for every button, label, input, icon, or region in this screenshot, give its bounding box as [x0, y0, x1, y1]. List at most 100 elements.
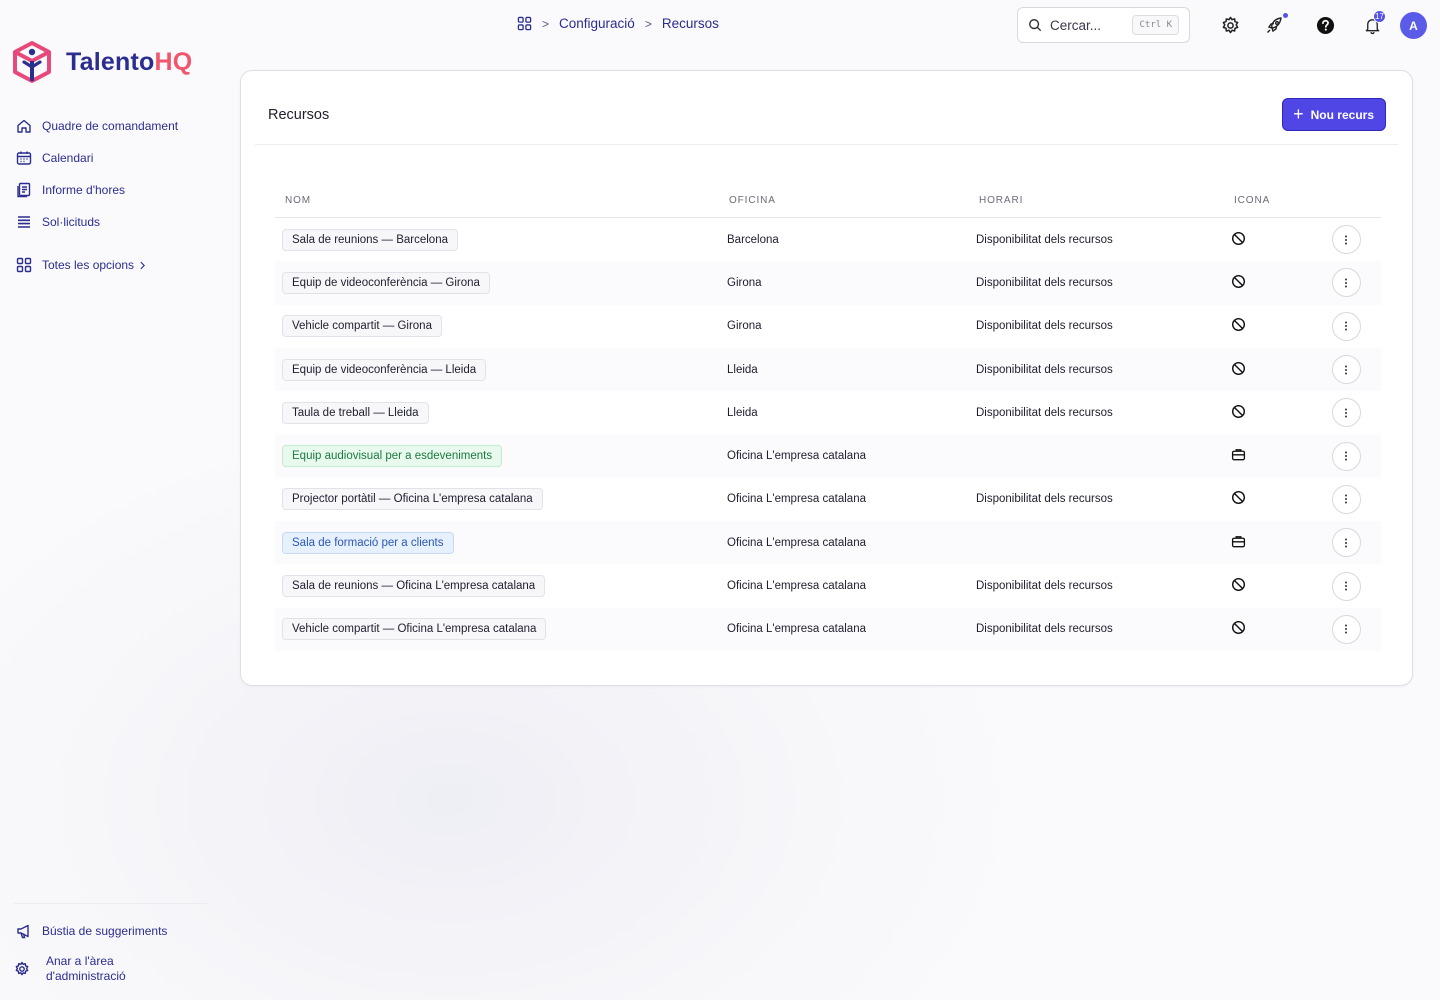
schedule-cell: Disponibilitat dels recursos	[976, 320, 1113, 333]
suggestions-link[interactable]: Bústia de suggeriments	[14, 917, 208, 945]
sidebar-item-label: Sol·licituds	[42, 215, 101, 229]
table-row[interactable]: Equip de videoconferència — Lleida Lleid…	[275, 347, 1381, 392]
ban-icon	[1231, 274, 1246, 288]
breadcrumb-settings[interactable]: Configuració	[559, 16, 635, 31]
more-vertical-icon	[1345, 368, 1347, 371]
launch-button[interactable]	[1263, 13, 1288, 37]
office-cell: Girona	[727, 320, 762, 333]
column-header-schedule[interactable]: HORARI	[976, 195, 1229, 206]
resource-name-tag[interactable]: Equip de videoconferència — Girona	[282, 271, 490, 294]
table-row[interactable]: Sala de reunions — Barcelona Barcelona D…	[275, 218, 1381, 261]
table-row[interactable]: Sala de formació per a clients Oficina L…	[275, 521, 1381, 565]
resource-name-cell: Equip audiovisual per a esdeveniments	[275, 445, 727, 468]
table-row[interactable]: Sala de reunions — Oficina L'empresa cat…	[275, 564, 1381, 607]
icon-cell	[1229, 361, 1311, 379]
more-vertical-icon	[1345, 281, 1347, 284]
help-icon	[1316, 16, 1334, 34]
row-actions-button[interactable]	[1331, 441, 1361, 471]
row-actions-button[interactable]	[1331, 311, 1361, 341]
briefcase-icon	[1231, 449, 1246, 461]
more-vertical-icon	[1345, 455, 1347, 458]
notifications-button[interactable]: 17	[1360, 10, 1386, 37]
row-actions-button[interactable]	[1331, 571, 1361, 601]
ban-icon	[1231, 578, 1246, 592]
logo-cube-icon	[13, 41, 51, 83]
new-resource-button[interactable]: + Nou recurs	[1282, 98, 1386, 131]
resource-name-tag[interactable]: Equip audiovisual per a esdeveniments	[282, 445, 503, 468]
sidebar-item-dashboard[interactable]: Quadre de comandament	[16, 110, 216, 142]
grid-icon	[16, 257, 32, 273]
sidebar-item-label: Calendari	[42, 151, 94, 165]
sidebar-item-requests[interactable]: Sol·licituds	[16, 206, 216, 238]
row-actions-button[interactable]	[1331, 268, 1361, 298]
table-row[interactable]: Taula de treball — Lleida Lleida Disponi…	[275, 391, 1381, 434]
resources-card: Recursos + Nou recurs NOM OFICINA HORARI…	[240, 70, 1413, 686]
more-vertical-icon	[1345, 541, 1347, 544]
table-row[interactable]: Vehicle compartit — Oficina L'empresa ca…	[275, 607, 1381, 651]
sidebar-nav: Quadre de comandament Calendari Informe …	[16, 110, 216, 281]
chevron-right-icon: >	[644, 16, 652, 31]
resource-name-cell: Equip de videoconferència — Girona	[275, 271, 727, 294]
resources-table: NOM OFICINA HORARI ICONA Sala de reunion…	[275, 184, 1381, 651]
office-cell: Oficina L'empresa catalana	[727, 580, 866, 593]
table-row[interactable]: Equip audiovisual per a esdeveniments Of…	[275, 434, 1381, 478]
sidebar-item-label: Totes les opcions	[42, 258, 135, 272]
resource-name-tag[interactable]: Sala de reunions — Barcelona	[282, 228, 458, 251]
sidebar-item-all-options[interactable]: Totes les opcions	[16, 249, 216, 281]
column-header-name[interactable]: NOM	[275, 195, 727, 206]
sidebar-item-hours-report[interactable]: Informe d'hores	[16, 174, 216, 206]
column-header-icon[interactable]: ICONA	[1229, 195, 1311, 206]
row-actions-button[interactable]	[1331, 528, 1361, 558]
resource-name-tag[interactable]: Vehicle compartit — Girona	[282, 315, 442, 338]
row-actions-button[interactable]	[1331, 484, 1361, 514]
resource-name-tag[interactable]: Sala de formació per a clients	[282, 531, 454, 554]
more-vertical-icon	[1345, 628, 1347, 631]
chevron-right-icon	[140, 261, 146, 269]
report-icon	[17, 182, 31, 198]
sidebar-item-calendar[interactable]: Calendari	[16, 142, 216, 174]
row-actions-button[interactable]	[1331, 225, 1361, 255]
resource-name-tag[interactable]: Vehicle compartit — Oficina L'empresa ca…	[282, 618, 547, 641]
row-actions-button[interactable]	[1331, 614, 1361, 644]
table-row[interactable]: Projector portàtil — Oficina L'empresa c…	[275, 478, 1381, 521]
table-row[interactable]: Vehicle compartit — Girona Girona Dispon…	[275, 305, 1381, 348]
table-body: Sala de reunions — Barcelona Barcelona D…	[275, 218, 1381, 651]
sidebar-item-label: Quadre de comandament	[42, 119, 179, 133]
grid-icon[interactable]	[517, 16, 532, 31]
suggestions-label: Bústia de suggeriments	[42, 924, 168, 938]
resource-name-cell: Taula de treball — Lleida	[275, 401, 727, 424]
row-actions-button[interactable]	[1331, 355, 1361, 385]
row-actions-button[interactable]	[1331, 398, 1361, 428]
search-placeholder: Cercar...	[1050, 17, 1102, 33]
search-shortcut: Ctrl K	[1132, 15, 1179, 35]
icon-cell	[1229, 534, 1311, 552]
icon-cell	[1229, 447, 1311, 465]
office-cell: Lleida	[727, 363, 758, 376]
avatar[interactable]: A	[1400, 12, 1427, 39]
office-cell: Oficina L'empresa catalana	[727, 493, 866, 506]
icon-cell	[1229, 490, 1311, 508]
office-cell: Girona	[727, 276, 762, 289]
table-row[interactable]: Equip de videoconferència — Girona Giron…	[275, 261, 1381, 305]
resource-name-cell: Sala de reunions — Oficina L'empresa cat…	[275, 575, 727, 598]
gear-icon	[1222, 16, 1238, 33]
search-icon	[1029, 19, 1042, 32]
resource-name-tag[interactable]: Sala de reunions — Oficina L'empresa cat…	[282, 575, 546, 598]
app-logo[interactable]: TalentoHQ	[12, 40, 192, 84]
resource-name-tag[interactable]: Taula de treball — Lleida	[282, 401, 429, 424]
column-header-office[interactable]: OFICINA	[727, 195, 976, 206]
help-button[interactable]	[1313, 13, 1337, 37]
resource-name-cell: Vehicle compartit — Oficina L'empresa ca…	[275, 618, 727, 641]
resource-name-tag[interactable]: Projector portàtil — Oficina L'empresa c…	[282, 488, 543, 511]
more-vertical-icon	[1345, 498, 1347, 501]
schedule-cell: Disponibilitat dels recursos	[976, 493, 1113, 506]
resource-name-cell: Vehicle compartit — Girona	[275, 315, 727, 338]
search-input[interactable]: Cercar... Ctrl K	[1017, 7, 1190, 43]
breadcrumb-resources[interactable]: Recursos	[662, 16, 719, 31]
resource-name-tag[interactable]: Equip de videoconferència — Lleida	[282, 358, 487, 381]
schedule-cell: Disponibilitat dels recursos	[976, 363, 1113, 376]
admin-area-link[interactable]: Anar a l'àrea d'administració	[14, 951, 208, 987]
admin-label-line2: d'administració	[46, 969, 126, 983]
settings-button[interactable]	[1218, 13, 1242, 37]
list-icon	[18, 216, 30, 228]
